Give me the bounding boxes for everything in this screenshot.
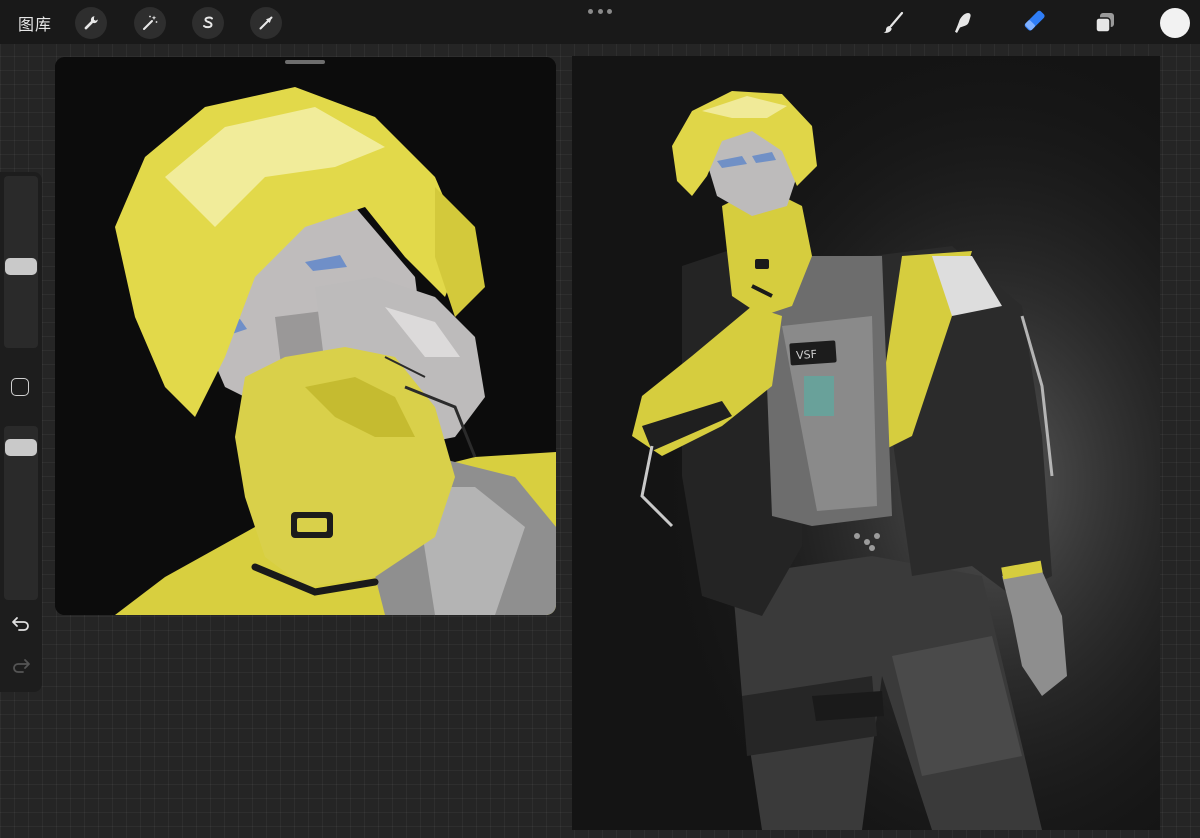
opacity-knob[interactable] (5, 438, 37, 456)
brush-tool-button[interactable] (877, 7, 909, 39)
layers-button[interactable] (1089, 7, 1121, 39)
drawing-canvas[interactable]: VSF (572, 56, 1160, 830)
more-dots-icon (588, 8, 593, 14)
eraser-tool-button[interactable] (1019, 7, 1051, 39)
magic-wand-icon (143, 15, 158, 30)
undo-button[interactable] (10, 615, 32, 633)
eraser-icon (1024, 10, 1045, 31)
left-sidebar (0, 172, 42, 692)
reference-image (55, 57, 556, 615)
selection-button[interactable] (192, 7, 224, 39)
reference-window[interactable] (55, 57, 556, 615)
arrow-cursor-icon (259, 16, 273, 30)
modify-button[interactable] (11, 378, 29, 396)
more-options-button[interactable] (588, 4, 612, 18)
actions-button[interactable] (75, 7, 107, 39)
more-dot (607, 8, 612, 14)
more-dot (597, 8, 603, 14)
redo-arrow-icon (13, 659, 30, 673)
canvas-artwork: VSF (572, 56, 1160, 830)
selection-s-icon (203, 16, 213, 29)
brush-icon (883, 11, 904, 33)
layers-icon (1095, 13, 1114, 33)
procreate-workspace: 图库 VSF (0, 0, 1200, 838)
redo-button[interactable] (10, 657, 32, 675)
adjustments-button[interactable] (134, 7, 166, 39)
smudge-tool-button[interactable] (948, 7, 980, 39)
reference-drag-handle[interactable] (285, 60, 325, 64)
undo-arrow-icon (12, 617, 29, 631)
wrench-icon (84, 16, 98, 30)
transform-button[interactable] (250, 7, 282, 39)
top-toolbar: 图库 (0, 0, 1200, 44)
smudge-finger-icon (955, 13, 971, 33)
brush-size-knob[interactable] (5, 258, 37, 276)
gallery-button[interactable]: 图库 (18, 11, 52, 35)
color-picker-button[interactable] (1160, 8, 1190, 38)
svg-text:VSF: VSF (796, 348, 818, 362)
